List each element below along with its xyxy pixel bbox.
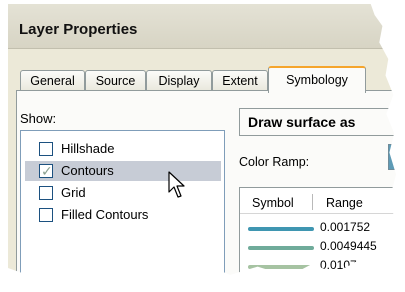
range-value: 0.001752 [320,220,371,234]
layer-properties-dialog: Layer Properties General Source Display … [8,4,397,278]
list-item-label: Hillshade [61,141,115,156]
symbol-column-header[interactable]: Symbol [252,196,294,210]
list-item-filled-contours[interactable]: Filled Contours [25,205,221,225]
checkmark-icon: ✓ [41,163,53,179]
filled-contours-checkbox[interactable] [39,208,53,222]
table-row[interactable]: 0.0049445 [240,238,396,256]
range-value: 0.0049445 [320,239,377,253]
tab-general[interactable]: General [20,70,85,91]
show-listbox[interactable]: Hillshade ✓ Contours Grid Filled Contour… [20,130,225,278]
column-divider[interactable] [312,194,313,210]
color-ramp-label: Color Ramp: [239,155,310,169]
tab-source[interactable]: Source [85,70,146,91]
color-ramp-dropdown[interactable] [388,144,397,170]
show-label: Show: [20,111,57,126]
list-item-label: Contours [61,163,114,178]
grid-checkbox[interactable] [39,186,53,200]
tab-symbology[interactable]: Symbology [268,66,366,93]
list-item-hillshade[interactable]: Hillshade [25,139,221,159]
symbol-line [248,265,314,269]
tab-display[interactable]: Display [146,70,212,91]
range-column-header[interactable]: Range [326,196,363,210]
list-item-grid[interactable]: Grid [25,183,221,203]
tab-strip: General Source Display Extent Symbology [16,66,396,93]
table-row[interactable]: 0.001752 [240,219,396,237]
range-value: 0.0107 [320,258,357,272]
symbol-line [248,246,314,250]
contours-checkbox[interactable]: ✓ [39,163,53,179]
window-title: Layer Properties [19,21,138,38]
list-item-label: Filled Contours [61,207,149,222]
draw-surface-heading: Draw surface as [239,108,397,136]
symbol-line [248,227,314,231]
title-bar: Layer Properties [8,4,397,49]
header-separator [240,213,397,214]
list-item-label: Grid [61,185,86,200]
tab-extent[interactable]: Extent [212,70,268,91]
hillshade-checkbox[interactable] [39,142,53,156]
symbol-range-table: Symbol Range 0.001752 0.0049445 0.0107 [239,187,397,278]
table-row[interactable]: 0.0107 [240,257,396,275]
mouse-pointer-icon [168,171,185,198]
list-item-contours[interactable]: ✓ Contours [25,161,221,181]
